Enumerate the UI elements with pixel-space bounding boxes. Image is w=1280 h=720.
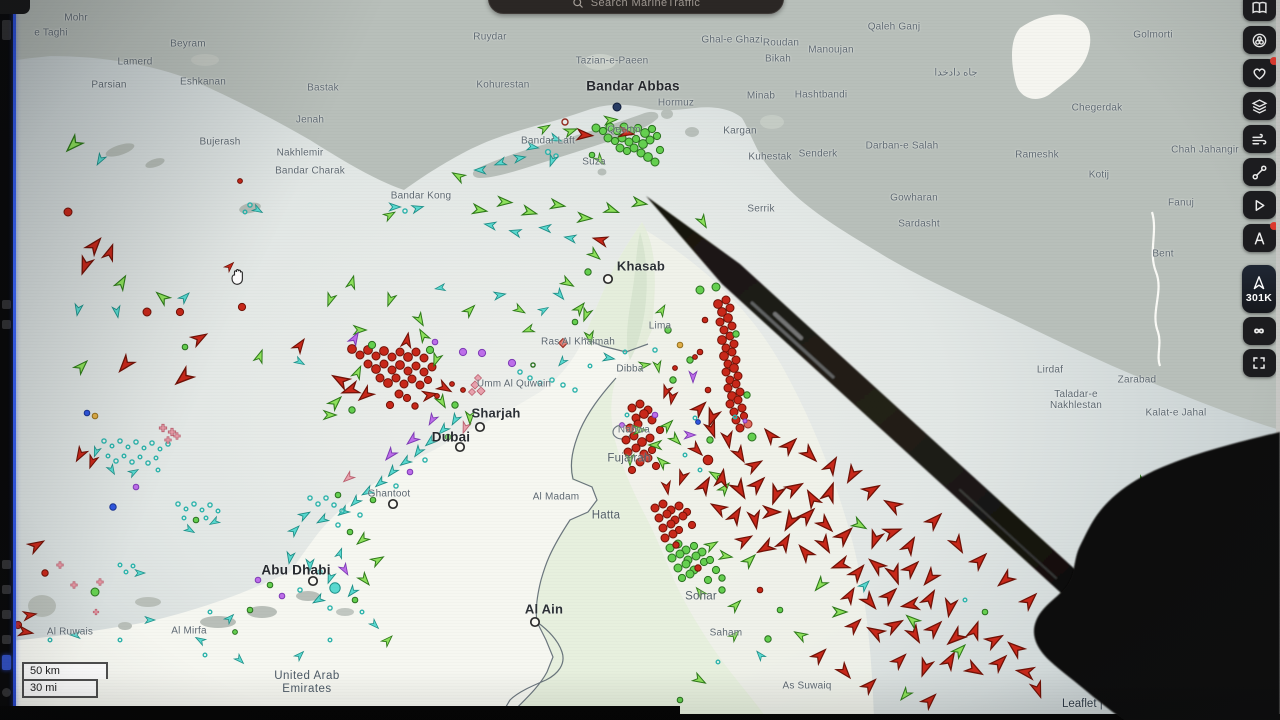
rail-icon-5[interactable] [2, 610, 11, 619]
rail-gear-icon[interactable] [2, 688, 11, 697]
map-guide-icon [1251, 0, 1268, 16]
rail-icon-6[interactable] [2, 635, 11, 644]
browser-side-rail [0, 0, 13, 720]
map-canvas[interactable]: Mohre TaghiBeyramLamerdParsianEshkananBa… [13, 0, 1280, 720]
weather-button[interactable] [1243, 125, 1276, 153]
rail-icon-4[interactable] [2, 585, 11, 594]
favorites-button[interactable] [1243, 59, 1276, 87]
scale-mi: 30 mi [22, 679, 98, 698]
infinity-icon [1250, 322, 1268, 340]
map-toolbar [1241, 0, 1277, 252]
map-geography [13, 0, 1280, 720]
rail-icon-1[interactable] [2, 300, 11, 309]
search-placeholder: Search MarineTraffic [591, 0, 700, 9]
fullscreen-icon [1251, 355, 1267, 371]
search-bar[interactable]: Search MarineTraffic [488, 0, 784, 14]
playback-button[interactable] [1243, 191, 1276, 219]
filters-button[interactable] [1243, 26, 1276, 54]
map-scale-control: 50 km 30 mi [22, 662, 108, 698]
voyage-tools-icon [1251, 230, 1268, 247]
vessel-count-label: 301K [1246, 292, 1272, 304]
filters-icon [1251, 32, 1268, 49]
layers-icon [1251, 98, 1268, 115]
rail-icon-active[interactable] [2, 655, 11, 670]
screen-bottom-bezel-2 [660, 714, 1280, 720]
fullscreen-button[interactable] [1243, 349, 1276, 377]
map-guide-button[interactable] [1243, 0, 1276, 21]
vessel-count-button[interactable]: 301K [1242, 265, 1276, 313]
screen-bottom-bezel [0, 706, 680, 720]
voyage-tools-button[interactable] [1243, 224, 1276, 252]
play-icon [1251, 197, 1268, 214]
rail-icon-3[interactable] [2, 560, 11, 569]
screen-bezel [1276, 0, 1280, 720]
wind-icon [1251, 131, 1268, 148]
browser-top-chip [0, 0, 30, 14]
rail-icon-2[interactable] [2, 320, 11, 329]
search-icon [572, 0, 584, 9]
unlimited-button[interactable] [1243, 317, 1276, 345]
map-attribution: Leaflet | © Ma [1062, 698, 1134, 710]
layers-button[interactable] [1243, 92, 1276, 120]
map-toolbar-secondary: 301K [1241, 265, 1277, 377]
scale-km: 50 km [22, 662, 108, 679]
window-accent-line [13, 0, 16, 720]
vessel-arrow-icon [1251, 275, 1267, 291]
rail-icon-top[interactable] [2, 20, 11, 40]
routes-icon [1251, 164, 1268, 181]
routes-button[interactable] [1243, 158, 1276, 186]
heart-icon [1251, 65, 1268, 82]
screen-photo: Mohre TaghiBeyramLamerdParsianEshkananBa… [0, 0, 1280, 720]
